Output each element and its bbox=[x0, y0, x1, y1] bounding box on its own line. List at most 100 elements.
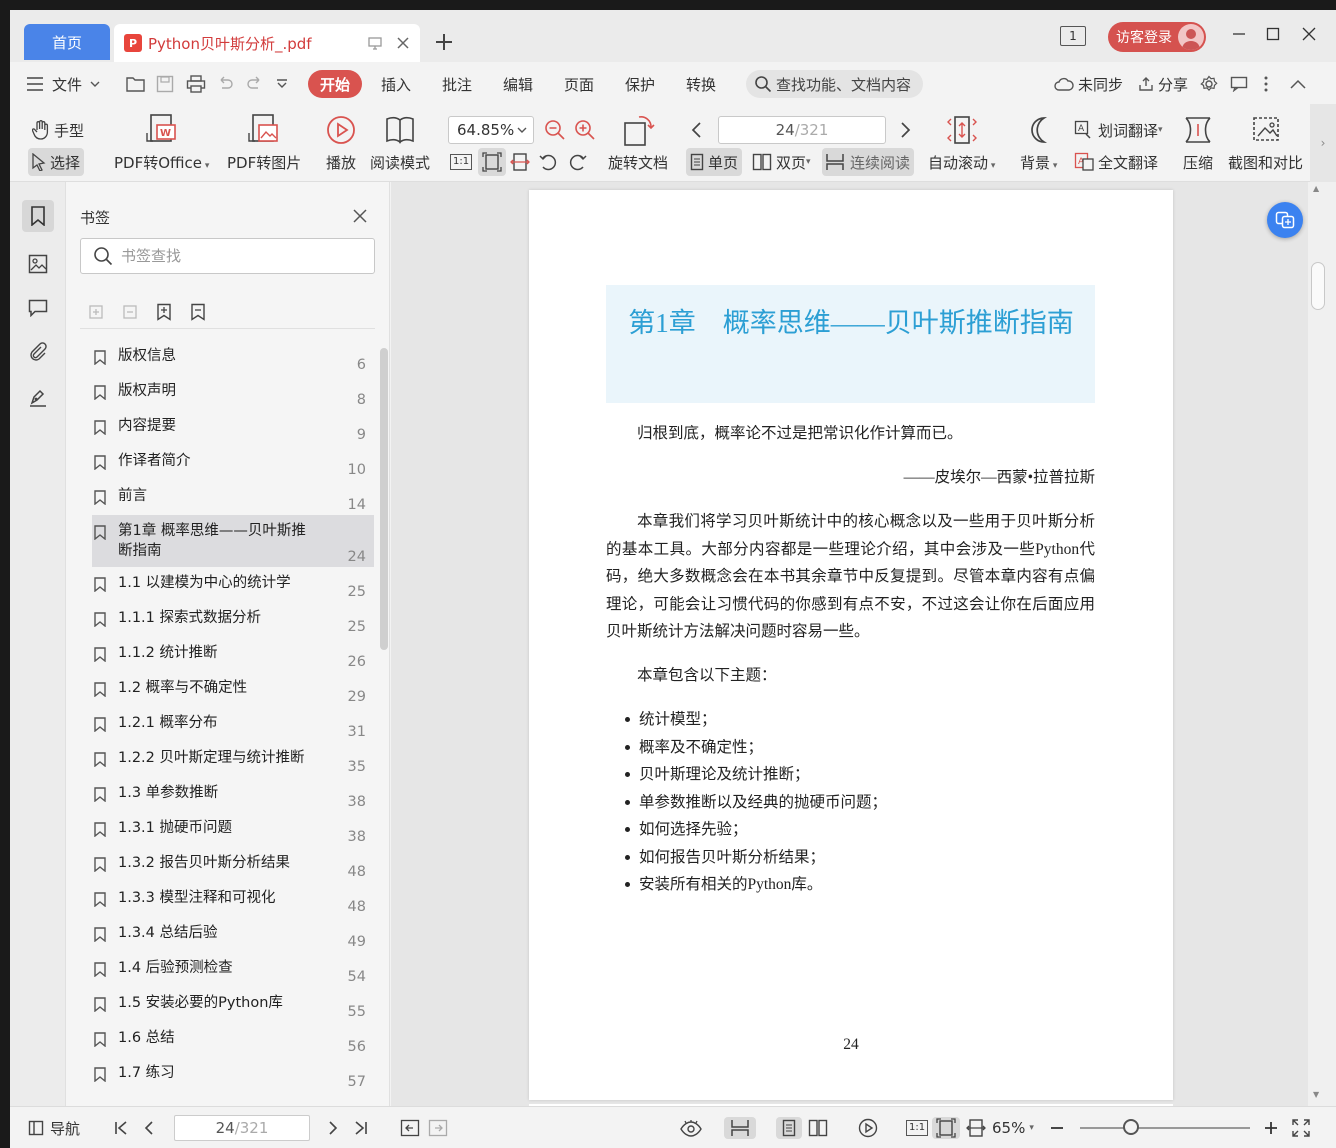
guest-login-button[interactable]: 访客登录 bbox=[1108, 22, 1206, 52]
zoom-out-icon[interactable] bbox=[544, 116, 566, 144]
background-button[interactable]: 背景 ▾ bbox=[1020, 104, 1057, 173]
bookmark-scrollbar-thumb[interactable] bbox=[380, 348, 388, 650]
fit-width-status-icon[interactable] bbox=[966, 1117, 986, 1139]
tab-protect[interactable]: 保护 bbox=[625, 70, 655, 98]
document-scrollbar[interactable] bbox=[1308, 182, 1336, 1106]
select-tool[interactable]: 选择 bbox=[28, 148, 85, 176]
print-icon[interactable] bbox=[186, 70, 206, 98]
bookmark-item[interactable]: 1.3.2 报告贝叶斯分析结果 48 bbox=[92, 847, 374, 882]
document-viewport[interactable]: 第1章 概率思维——贝叶斯推断指南 归根到底，概率论不过是把常识化作计算而已。 … bbox=[391, 182, 1308, 1106]
home-tab[interactable]: 首页 bbox=[24, 24, 110, 60]
share-button[interactable]: 分享 bbox=[1138, 70, 1188, 98]
eye-protection-icon[interactable] bbox=[680, 1117, 702, 1139]
more-vertical-icon[interactable] bbox=[1264, 70, 1268, 98]
bookmark-item[interactable]: 1.2.2 贝叶斯定理与统计推断 35 bbox=[92, 742, 374, 777]
bookmark-item[interactable]: 1.3 单参数推断 38 bbox=[92, 777, 374, 812]
bookmark-item[interactable]: 1.1.1 探索式数据分析 25 bbox=[92, 602, 374, 637]
bookmark-item[interactable]: 版权声明 8 bbox=[92, 375, 374, 410]
collapse-ribbon-icon[interactable] bbox=[1290, 70, 1306, 98]
bookmark-item[interactable]: 前言 14 bbox=[92, 480, 374, 515]
message-icon[interactable] bbox=[1230, 70, 1248, 98]
forward-view-icon[interactable] bbox=[428, 1117, 448, 1139]
scroll-up-arrow-icon[interactable]: ▲ bbox=[1313, 184, 1319, 193]
zoom-in-plus-icon[interactable] bbox=[1264, 1117, 1278, 1139]
bookmark-item[interactable]: 1.4 后验预测检查 54 bbox=[92, 952, 374, 987]
expand-all-icon[interactable] bbox=[86, 302, 106, 322]
continuous-reading-button[interactable]: 连续阅读 bbox=[822, 148, 915, 176]
add-bookmark-icon[interactable] bbox=[154, 302, 174, 322]
bookmark-item[interactable]: 第1章 概率思维——贝叶斯推断指南 24 bbox=[92, 515, 374, 567]
hand-tool[interactable]: 手型 bbox=[28, 116, 88, 144]
rotate-left-icon[interactable] bbox=[538, 148, 558, 176]
bookmark-item[interactable]: 1.7 练习 57 bbox=[92, 1057, 374, 1092]
close-icon[interactable] bbox=[350, 206, 370, 226]
next-page-icon[interactable] bbox=[900, 116, 912, 144]
play-status-icon[interactable] bbox=[858, 1117, 878, 1139]
bookmark-item[interactable]: 1.1.2 统计推断 26 bbox=[92, 637, 374, 672]
zoom-level-select[interactable]: 65% ▾ bbox=[992, 1117, 1034, 1139]
bookmark-item[interactable]: 1.6 总结 56 bbox=[92, 1022, 374, 1057]
ribbon-scroll-right-icon[interactable]: › bbox=[1310, 104, 1336, 182]
word-translate-button[interactable]: A 划词翻译 ▾ bbox=[1074, 116, 1163, 144]
zoom-in-icon[interactable] bbox=[574, 116, 596, 144]
bookmark-item[interactable]: 1.2.1 概率分布 31 bbox=[92, 707, 374, 742]
fit-width-icon[interactable] bbox=[510, 148, 530, 176]
bookmark-item[interactable]: 1.5 安装必要的Python库 55 bbox=[92, 987, 374, 1022]
open-file-icon[interactable] bbox=[126, 70, 146, 98]
bookmark-panel-icon[interactable] bbox=[22, 200, 54, 232]
tab-insert[interactable]: 插入 bbox=[381, 70, 411, 98]
window-layout-icon[interactable]: 1 bbox=[1060, 26, 1086, 46]
back-view-icon[interactable] bbox=[400, 1117, 420, 1139]
rotate-right-icon[interactable] bbox=[568, 148, 588, 176]
single-page-button[interactable]: 单页 bbox=[686, 148, 743, 176]
screenshot-compare-button[interactable]: 截图和对比 bbox=[1228, 104, 1303, 173]
bookmark-item[interactable]: 1.3.4 总结后验 49 bbox=[92, 917, 374, 952]
full-translate-button[interactable]: A 全文翻译 bbox=[1074, 148, 1158, 176]
monitor-icon[interactable] bbox=[364, 32, 386, 54]
bookmark-item[interactable]: 版权信息 6 bbox=[92, 340, 374, 375]
rotate-document-button[interactable]: 旋转文档 bbox=[608, 104, 668, 173]
play-button[interactable]: 播放 bbox=[323, 104, 359, 173]
document-tab[interactable]: P Python贝叶斯分析_.pdf bbox=[114, 24, 420, 62]
bookmark-item[interactable]: 内容提要 9 bbox=[92, 410, 374, 445]
pdf-to-office-button[interactable]: W PDF转Office ▾ bbox=[114, 104, 209, 173]
redo-icon[interactable] bbox=[246, 70, 264, 98]
previous-page-icon[interactable] bbox=[144, 1117, 154, 1139]
double-page-status-icon[interactable] bbox=[808, 1117, 828, 1139]
last-page-icon[interactable] bbox=[354, 1117, 368, 1139]
new-tab-plus-icon[interactable] bbox=[430, 28, 458, 56]
settings-gear-icon[interactable] bbox=[1200, 70, 1218, 98]
double-page-button[interactable]: 双页 ▾ bbox=[752, 148, 811, 176]
continuous-scroll-status-icon[interactable] bbox=[724, 1117, 756, 1139]
tab-edit[interactable]: 编辑 bbox=[503, 70, 533, 98]
close-window-icon[interactable] bbox=[1294, 22, 1324, 46]
collapse-all-icon[interactable] bbox=[120, 302, 140, 322]
quick-access-more-icon[interactable] bbox=[276, 70, 288, 98]
bookmark-item[interactable]: 1.1 以建模为中心的统计学 25 bbox=[92, 567, 374, 602]
bookmark-search[interactable] bbox=[80, 238, 375, 274]
tab-annotate[interactable]: 批注 bbox=[442, 70, 472, 98]
attachment-panel-icon[interactable] bbox=[22, 336, 54, 368]
status-page-input[interactable]: 24/321 bbox=[174, 1115, 310, 1141]
bookmark-search-input[interactable] bbox=[121, 247, 341, 265]
tab-start[interactable]: 开始 bbox=[308, 70, 363, 98]
compress-button[interactable]: 压缩 bbox=[1180, 104, 1216, 173]
fit-page-status-icon[interactable] bbox=[932, 1117, 960, 1139]
close-tab-icon[interactable] bbox=[392, 32, 414, 54]
bookmark-item[interactable]: 1.2 概率与不确定性 29 bbox=[92, 672, 374, 707]
first-page-icon[interactable] bbox=[114, 1117, 128, 1139]
previous-page-icon[interactable] bbox=[690, 116, 702, 144]
document-scrollbar-thumb[interactable] bbox=[1311, 262, 1325, 310]
thumbnail-panel-icon[interactable] bbox=[22, 248, 54, 280]
actual-size-status-icon[interactable]: 1:1 bbox=[906, 1117, 929, 1139]
tab-page[interactable]: 页面 bbox=[564, 70, 594, 98]
next-page-icon[interactable] bbox=[328, 1117, 338, 1139]
floating-tool-button[interactable] bbox=[1267, 202, 1303, 238]
single-page-status-icon[interactable] bbox=[776, 1117, 802, 1139]
auto-scroll-button[interactable]: 自动滚动 ▾ bbox=[928, 104, 995, 173]
fit-page-icon[interactable] bbox=[478, 148, 506, 176]
page-number-input[interactable]: 24/321 bbox=[718, 116, 886, 144]
file-menu[interactable]: 文件 bbox=[26, 70, 100, 98]
maximize-icon[interactable] bbox=[1258, 22, 1288, 46]
actual-size-icon[interactable]: 1:1 bbox=[450, 148, 473, 176]
